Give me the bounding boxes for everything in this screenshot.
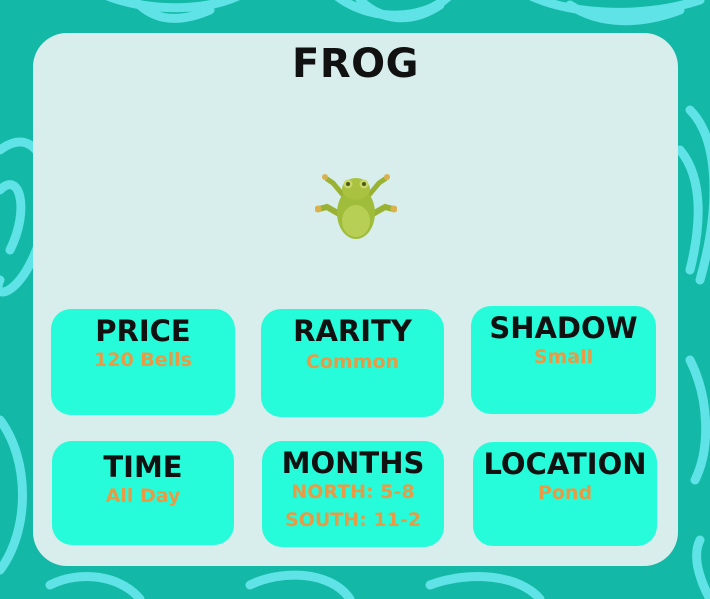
leaf-icon bbox=[334, 0, 452, 23]
frog-icon bbox=[315, 174, 397, 239]
months-label: MONTHS bbox=[281, 446, 425, 480]
location-tile: LOCATION Pond bbox=[473, 442, 657, 546]
leaf-icon bbox=[105, 0, 240, 23]
shadow-tile: SHADOW Small bbox=[471, 306, 656, 414]
location-label: LOCATION bbox=[483, 447, 647, 481]
leaf-icon bbox=[45, 570, 545, 599]
time-label: TIME bbox=[103, 450, 183, 484]
shadow-label: SHADOW bbox=[489, 311, 638, 345]
shadow-value: Small bbox=[533, 346, 594, 368]
creature-card: FROG PRICE 120 Bells RARITY Common SHADO… bbox=[33, 33, 678, 566]
creature-name: FROG bbox=[292, 41, 419, 87]
rarity-tile: RARITY Common bbox=[261, 309, 444, 417]
rarity-value: Common bbox=[305, 351, 400, 373]
leaf-icon bbox=[685, 355, 710, 599]
price-value: 120 Bells bbox=[94, 349, 192, 371]
leaf-icon bbox=[529, 0, 705, 26]
rarity-label: RARITY bbox=[293, 314, 412, 348]
months-north-value: NORTH: 5-8 bbox=[291, 481, 415, 503]
leaf-icon bbox=[0, 415, 27, 575]
time-tile: TIME All Day bbox=[52, 441, 234, 545]
months-south-value: SOUTH: 11-2 bbox=[285, 509, 421, 531]
time-value: All Day bbox=[105, 485, 181, 507]
months-tile: MONTHS NORTH: 5-8 SOUTH: 11-2 bbox=[262, 441, 444, 547]
leaf-icon bbox=[675, 105, 710, 285]
price-label: PRICE bbox=[95, 314, 191, 348]
location-value: Pond bbox=[537, 482, 593, 504]
price-tile: PRICE 120 Bells bbox=[51, 309, 235, 415]
